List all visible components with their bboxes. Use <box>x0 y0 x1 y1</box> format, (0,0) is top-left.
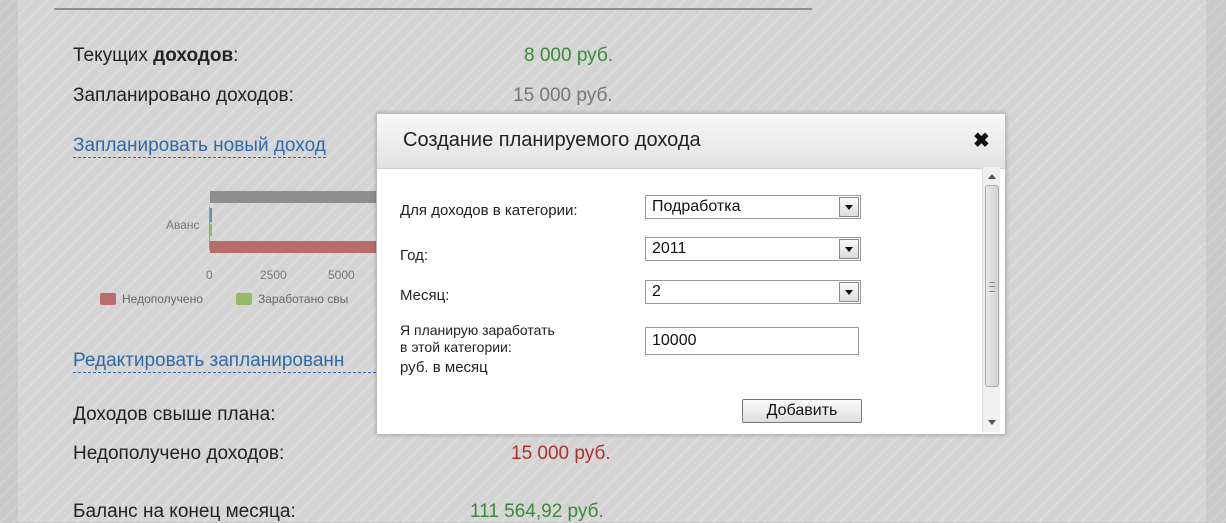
chart-tick-2500: 2500 <box>260 268 287 282</box>
month-select-value: 2 <box>652 283 661 300</box>
planned-income-label: Запланировано доходов: <box>73 85 294 106</box>
balance-label: Баланс на конец месяца: <box>73 501 296 522</box>
chart-tick-5000: 5000 <box>328 268 355 282</box>
dialog-title: Создание планируемого дохода <box>403 129 701 151</box>
edit-planned-link[interactable]: Редактировать запланированн <box>73 350 391 373</box>
income-chart: Аванс 0 2500 5000 Недополучено Заработан… <box>100 178 408 328</box>
current-income-label: Текущих доходов: <box>73 45 238 67</box>
legend-over-plan: Заработано свы <box>236 292 348 306</box>
chart-bar-over-plan <box>210 224 212 236</box>
add-button[interactable]: Добавить <box>742 399 862 423</box>
current-income-suffix: : <box>233 45 239 66</box>
dropdown-arrow-icon[interactable] <box>839 282 859 302</box>
legend-label-not-received: Недополучено <box>122 292 203 306</box>
amount-input-value: 10000 <box>652 332 697 349</box>
over-plan-label: Доходов свыше плана: <box>73 404 276 425</box>
create-planned-income-dialog: Создание планируемого дохода ✖ Для доход… <box>376 113 1006 435</box>
scrollbar-thumb[interactable] <box>985 185 999 387</box>
scrollbar-grip <box>989 282 995 292</box>
chart-bar-not-received <box>210 241 400 253</box>
dialog-header: Создание планируемого дохода ✖ <box>377 114 1005 169</box>
legend-not-received: Недополучено <box>100 292 203 306</box>
amount-label: Я планирую заработать в этой категории: … <box>400 322 555 376</box>
scroll-up-icon[interactable] <box>983 167 1000 184</box>
scroll-down-icon[interactable] <box>983 415 1000 432</box>
year-select-value: 2011 <box>652 240 687 257</box>
planned-income-value: 15 000 руб. <box>513 85 613 106</box>
current-income-prefix: Текущих <box>73 45 154 66</box>
legend-swatch-green <box>236 293 252 305</box>
amount-label-line1: Я планирую заработать <box>400 322 555 338</box>
dropdown-arrow-icon[interactable] <box>839 239 859 259</box>
month-select[interactable]: 2 <box>645 280 861 304</box>
plan-new-income-link[interactable]: Запланировать новый доход <box>73 135 326 158</box>
current-income-value: 8 000 руб. <box>524 45 614 66</box>
dialog-scrollbar[interactable] <box>982 167 1000 432</box>
dropdown-arrow-icon[interactable] <box>839 197 859 217</box>
chart-bar-current <box>210 208 212 222</box>
category-select[interactable]: Подработка <box>645 195 861 219</box>
not-received-value: 15 000 руб. <box>511 443 611 464</box>
current-income-bold: доходов <box>153 45 234 66</box>
not-received-label: Недополучено доходов: <box>73 443 285 464</box>
year-label: Год: <box>400 247 429 264</box>
chart-tick-0: 0 <box>206 268 213 282</box>
year-select[interactable]: 2011 <box>645 237 861 261</box>
category-select-value: Подработка <box>652 198 741 215</box>
amount-label-line3: руб. в месяц <box>400 359 488 376</box>
chart-category-label: Аванс <box>166 218 200 232</box>
month-label: Месяц: <box>400 287 450 304</box>
close-icon[interactable]: ✖ <box>973 128 990 153</box>
chart-bar-plan <box>210 191 400 203</box>
category-label: Для доходов в категории: <box>400 202 578 219</box>
amount-label-line2: в этой категории: <box>400 339 512 355</box>
legend-swatch-red <box>100 293 116 305</box>
legend-label-over-plan: Заработано свы <box>258 292 349 306</box>
balance-value: 111 564,92 руб. <box>470 501 604 522</box>
amount-input[interactable]: 10000 <box>645 327 859 355</box>
top-divider <box>54 8 812 10</box>
